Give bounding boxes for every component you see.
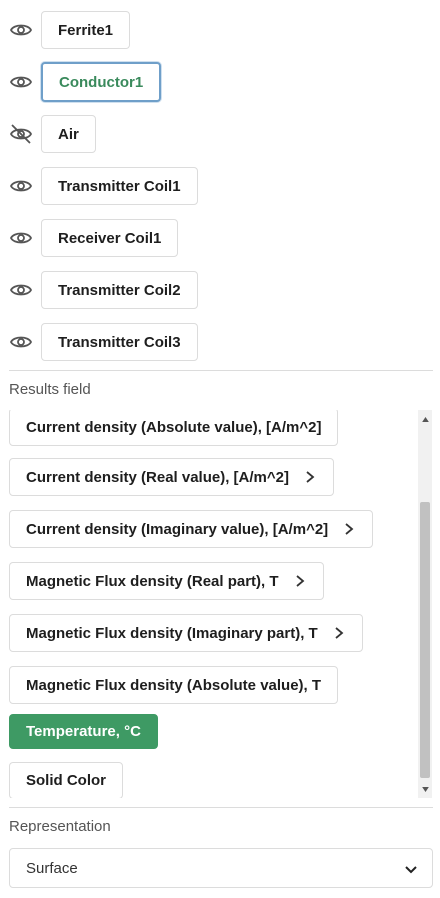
chevron-right-icon: [342, 522, 356, 536]
results-scrollbar[interactable]: [418, 410, 432, 798]
result-label: Temperature, °C: [26, 723, 141, 740]
object-button-transmitter-coil2[interactable]: Transmitter Coil2: [41, 271, 198, 309]
results-field-label: Results field: [9, 381, 91, 398]
result-label: Current density (Absolute value), [A/m^2…: [26, 418, 322, 436]
result-label: Magnetic Flux density (Imaginary part), …: [26, 624, 318, 642]
result-label: Solid Color: [26, 772, 106, 789]
chevron-down-icon: [404, 862, 418, 876]
object-button-transmitter-coil1[interactable]: Transmitter Coil1: [41, 167, 198, 205]
eye-icon[interactable]: [9, 226, 33, 250]
object-button-transmitter-coil3[interactable]: Transmitter Coil3: [41, 323, 198, 361]
eye-icon[interactable]: [9, 18, 33, 42]
result-current-density-imag[interactable]: Current density (Imaginary value), [A/m^…: [9, 510, 374, 548]
result-temperature[interactable]: Temperature, °C: [9, 714, 158, 749]
eye-off-icon[interactable]: [9, 122, 33, 146]
representation-select[interactable]: Surface: [9, 848, 433, 888]
result-label: Current density (Imaginary value), [A/m^…: [26, 520, 329, 538]
result-flux-density-real[interactable]: Magnetic Flux density (Real part), T: [9, 562, 324, 600]
scrollbar-thumb[interactable]: [420, 502, 430, 778]
chevron-right-icon: [293, 574, 307, 588]
representation-value: Surface: [26, 859, 78, 877]
eye-icon[interactable]: [9, 70, 33, 94]
scroll-down-arrow-icon[interactable]: [418, 782, 432, 796]
eye-icon[interactable]: [9, 330, 33, 354]
result-current-density-real[interactable]: Current density (Real value), [A/m^2]: [9, 458, 334, 496]
object-button-ferrite1[interactable]: Ferrite1: [41, 11, 131, 49]
eye-icon[interactable]: [9, 174, 33, 198]
object-button-air[interactable]: Air: [41, 115, 96, 153]
result-flux-density-imag[interactable]: Magnetic Flux density (Imaginary part), …: [9, 614, 363, 652]
divider: [9, 370, 433, 371]
results-field-list: Current density (Absolute value), [A/m^2…: [9, 410, 433, 798]
result-current-density-abs[interactable]: Current density (Absolute value), [A/m^2…: [9, 410, 339, 446]
divider: [9, 807, 433, 808]
chevron-right-icon: [332, 626, 346, 640]
result-flux-density-abs[interactable]: Magnetic Flux density (Absolute value), …: [9, 666, 339, 704]
chevron-right-icon: [303, 470, 317, 484]
object-button-conductor1[interactable]: Conductor1: [41, 62, 162, 102]
result-label: Current density (Real value), [A/m^2]: [26, 468, 289, 486]
eye-icon[interactable]: [9, 278, 33, 302]
result-label: Magnetic Flux density (Absolute value), …: [26, 676, 322, 694]
result-label: Magnetic Flux density (Real part), T: [26, 572, 279, 590]
result-solid-color[interactable]: Solid Color: [9, 762, 123, 798]
object-button-receiver-coil1[interactable]: Receiver Coil1: [41, 219, 179, 257]
representation-label: Representation: [9, 818, 111, 835]
scroll-up-arrow-icon[interactable]: [418, 412, 432, 426]
